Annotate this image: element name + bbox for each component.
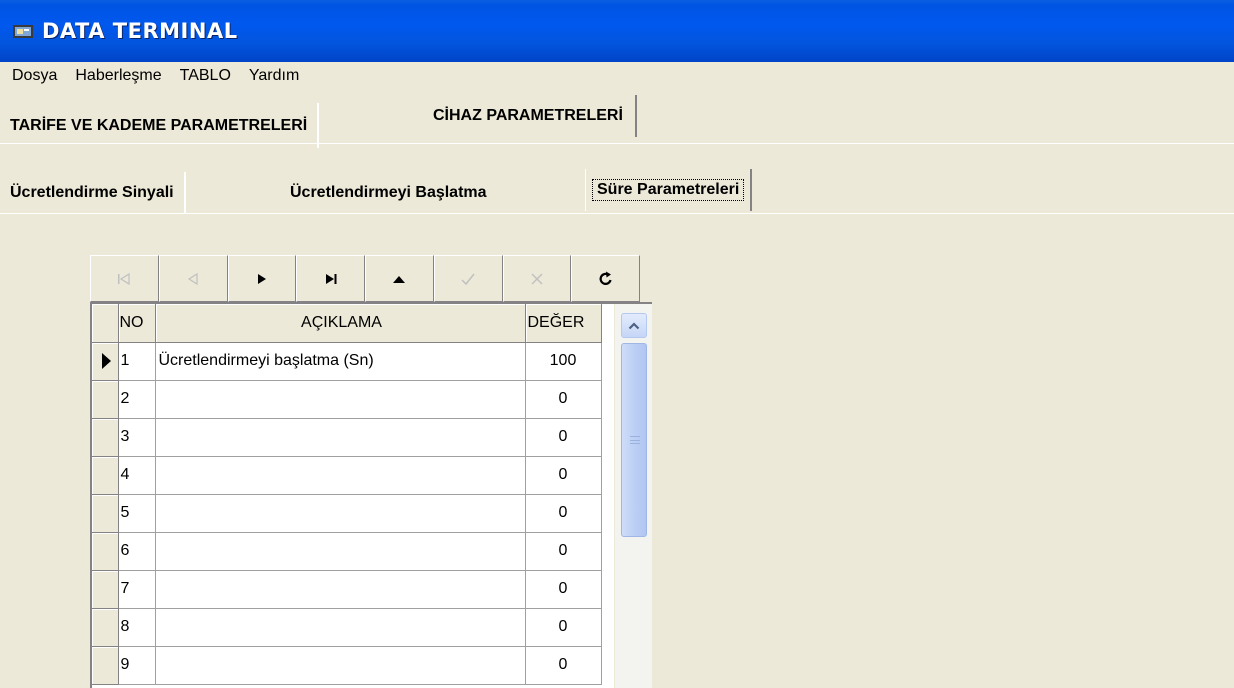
chevron-up-icon	[628, 321, 640, 329]
cell-deger[interactable]: 0	[525, 646, 602, 685]
row-indicator[interactable]	[92, 380, 119, 419]
indicator-header	[92, 304, 119, 343]
cell-aciklama[interactable]	[155, 456, 526, 495]
cell-no[interactable]: 7	[118, 570, 156, 609]
row-indicator[interactable]	[92, 646, 119, 685]
row-indicator[interactable]	[92, 342, 119, 381]
table-row[interactable]: 9 0	[92, 646, 602, 685]
scroll-thumb[interactable]	[621, 343, 647, 537]
column-header-aciklama[interactable]: AÇIKLAMA	[155, 304, 526, 343]
column-header-deger[interactable]: DEĞER	[525, 304, 602, 343]
row-indicator[interactable]	[92, 608, 119, 647]
cell-aciklama[interactable]	[155, 494, 526, 533]
table-row[interactable]: 2 0	[92, 380, 602, 419]
nav-first-button[interactable]	[90, 255, 159, 302]
cell-aciklama[interactable]	[155, 608, 526, 647]
tab-ucretlendirme-sinyali[interactable]: Ücretlendirme Sinyali	[0, 172, 186, 214]
cell-deger[interactable]: 100	[525, 342, 602, 381]
app-icon	[13, 25, 33, 38]
cell-aciklama[interactable]	[155, 418, 526, 457]
cancel-x-icon	[531, 272, 543, 285]
cell-aciklama[interactable]	[155, 646, 526, 685]
nav-insert-button[interactable]	[365, 255, 434, 302]
window-title: DATA TERMINAL	[42, 19, 238, 43]
scroll-up-button[interactable]	[621, 313, 647, 338]
prior-record-icon	[187, 272, 198, 285]
menu-dosya[interactable]: Dosya	[10, 67, 59, 85]
sub-tab-strip: Ücretlendirme Sinyali Ücretlendirmeyi Ba…	[0, 169, 1234, 214]
last-record-icon	[325, 273, 337, 284]
grid-table: NO AÇIKLAMA DEĞER 1 Ücretlendirmeyi başl…	[92, 304, 602, 685]
tab-ucretlendirmeyi-baslatma[interactable]: Ücretlendirmeyi Başlatma	[280, 172, 497, 214]
cell-no[interactable]: 1	[118, 342, 156, 381]
nav-cancel-button[interactable]	[502, 255, 572, 302]
row-indicator[interactable]	[92, 456, 119, 495]
table-row[interactable]: 3 0	[92, 418, 602, 457]
tab-cihaz-parametreleri[interactable]: CİHAZ PARAMETRELERİ	[423, 95, 637, 137]
table-row[interactable]: 8 0	[92, 608, 602, 647]
grid-header-row: NO AÇIKLAMA DEĞER	[92, 304, 602, 343]
cell-deger[interactable]: 0	[525, 380, 602, 419]
current-row-arrow-icon	[102, 353, 111, 369]
cell-aciklama[interactable]	[155, 380, 526, 419]
menu-tablo[interactable]: TABLO	[178, 67, 233, 85]
row-indicator[interactable]	[92, 418, 119, 457]
table-row[interactable]: 7 0	[92, 570, 602, 609]
cell-no[interactable]: 9	[118, 646, 156, 685]
table-row[interactable]: 1 Ücretlendirmeyi başlatma (Sn) 100	[92, 342, 602, 381]
first-record-icon	[118, 272, 130, 285]
vertical-scrollbar[interactable]	[614, 304, 652, 688]
cell-no[interactable]: 2	[118, 380, 156, 419]
row-indicator[interactable]	[92, 570, 119, 609]
cell-deger[interactable]: 0	[525, 608, 602, 647]
row-indicator[interactable]	[92, 494, 119, 533]
tab-sure-label: Süre Parametreleri	[592, 179, 745, 201]
cell-no[interactable]: 8	[118, 608, 156, 647]
column-header-no[interactable]: NO	[118, 304, 156, 343]
cell-deger[interactable]: 0	[525, 418, 602, 457]
menu-haberlesme[interactable]: Haberleşme	[73, 67, 163, 85]
tab-tarife-kademe[interactable]: TARİFE VE KADEME PARAMETRELERİ	[0, 103, 320, 148]
menu-bar: Dosya Haberleşme TABLO Yardım	[0, 62, 1234, 90]
refresh-icon	[599, 271, 612, 285]
title-bar[interactable]: DATA TERMINAL	[0, 0, 1234, 62]
nav-next-button[interactable]	[227, 255, 297, 302]
nav-refresh-button[interactable]	[571, 255, 640, 302]
scroll-grip-icon	[630, 436, 640, 444]
cell-no[interactable]: 3	[118, 418, 156, 457]
insert-record-icon	[393, 275, 406, 283]
post-check-icon	[461, 273, 475, 285]
main-tab-strip: TARİFE VE KADEME PARAMETRELERİ CİHAZ PAR…	[0, 95, 1234, 148]
cell-aciklama[interactable]	[155, 570, 526, 609]
table-row[interactable]: 5 0	[92, 494, 602, 533]
cell-aciklama[interactable]: Ücretlendirmeyi başlatma (Sn)	[155, 342, 526, 381]
cell-deger[interactable]: 0	[525, 456, 602, 495]
cell-no[interactable]: 6	[118, 532, 156, 571]
cell-no[interactable]: 5	[118, 494, 156, 533]
table-row[interactable]: 6 0	[92, 532, 602, 571]
next-record-icon	[257, 273, 266, 284]
nav-last-button[interactable]	[296, 255, 365, 302]
tab-sure-parametreleri[interactable]: Süre Parametreleri	[585, 169, 753, 211]
cell-deger[interactable]: 0	[525, 532, 602, 571]
menu-yardim[interactable]: Yardım	[247, 67, 301, 85]
cell-aciklama[interactable]	[155, 532, 526, 571]
parameter-grid[interactable]: NO AÇIKLAMA DEĞER 1 Ücretlendirmeyi başl…	[90, 302, 652, 688]
nav-prior-button[interactable]	[158, 255, 228, 302]
db-navigator	[90, 255, 640, 302]
nav-post-button[interactable]	[433, 255, 503, 302]
cell-deger[interactable]: 0	[525, 570, 602, 609]
table-row[interactable]: 4 0	[92, 456, 602, 495]
row-indicator[interactable]	[92, 532, 119, 571]
cell-no[interactable]: 4	[118, 456, 156, 495]
cell-deger[interactable]: 0	[525, 494, 602, 533]
